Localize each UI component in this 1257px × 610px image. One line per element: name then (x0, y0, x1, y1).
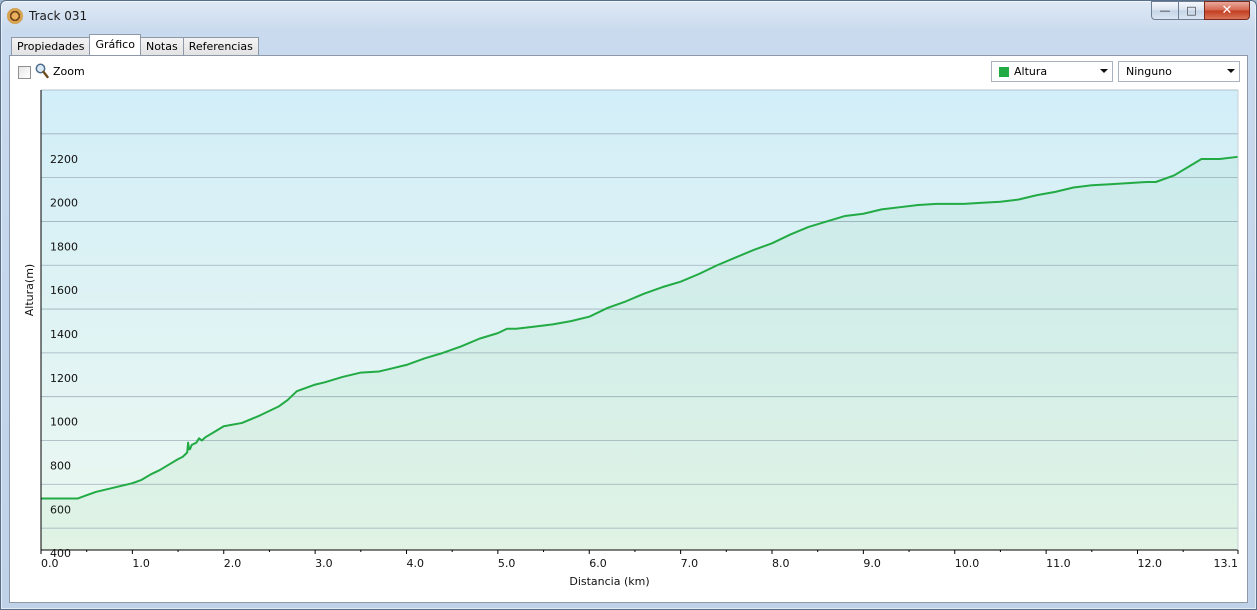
secondary-series-select[interactable]: Ninguno (1118, 61, 1240, 82)
x-axis-label: Distancia (km) (569, 575, 649, 588)
title-bar[interactable]: Track 031 — □ ✕ (1, 1, 1256, 31)
x-tick-label: 6.0 (589, 557, 607, 570)
series-select-value: Altura (1014, 65, 1048, 78)
tab-propiedades[interactable]: Propiedades (11, 37, 91, 55)
x-tick-label: 2.0 (224, 557, 242, 570)
elevation-chart[interactable]: 40060080010001200140016001800200022000.0… (10, 88, 1247, 602)
chevron-down-icon (1227, 69, 1235, 73)
maximize-button[interactable]: □ (1178, 1, 1204, 20)
x-tick-label: 4.0 (406, 557, 424, 570)
y-tick-label: 800 (50, 459, 71, 472)
y-axis-label: Altura(m) (23, 264, 36, 316)
chart-toolbar: Zoom Altura Ninguno (10, 56, 1247, 88)
x-tick-label: 13.1 (1214, 557, 1239, 570)
x-tick-label: 3.0 (315, 557, 333, 570)
x-tick-label: 7.0 (681, 557, 699, 570)
y-tick-label: 2000 (50, 197, 78, 210)
window-title: Track 031 (29, 9, 88, 23)
track-window: Track 031 — □ ✕ Propiedades Gráfico Nota… (0, 0, 1257, 610)
track-icon (7, 8, 23, 24)
chart-panel: Zoom Altura Ninguno 40060080010001200140… (9, 55, 1248, 603)
close-button[interactable]: ✕ (1204, 1, 1250, 20)
minimize-button[interactable]: — (1151, 1, 1178, 20)
tab-grafico[interactable]: Gráfico (89, 34, 141, 55)
x-tick-label: 1.0 (132, 557, 150, 570)
y-tick-label: 1800 (50, 240, 78, 253)
y-tick-label: 2200 (50, 153, 78, 166)
y-tick-label: 1400 (50, 328, 78, 341)
series-select[interactable]: Altura (991, 61, 1113, 82)
zoom-label: Zoom (53, 65, 85, 78)
tab-strip: Propiedades Gráfico Notas Referencias (11, 34, 259, 55)
y-tick-label: 1200 (50, 372, 78, 385)
secondary-select-value: Ninguno (1126, 65, 1172, 78)
x-tick-label: 0.0 (41, 557, 59, 570)
y-tick-label: 1000 (50, 416, 78, 429)
x-tick-label: 12.0 (1137, 557, 1162, 570)
chevron-down-icon (1100, 69, 1108, 73)
window-controls: — □ ✕ (1151, 1, 1250, 20)
x-tick-label: 10.0 (955, 557, 980, 570)
magnifier-icon (35, 63, 49, 79)
x-tick-label: 8.0 (772, 557, 790, 570)
tab-notas[interactable]: Notas (139, 37, 184, 55)
x-tick-label: 5.0 (498, 557, 516, 570)
x-tick-label: 11.0 (1046, 557, 1071, 570)
zoom-checkbox[interactable] (18, 66, 31, 79)
x-tick-label: 9.0 (863, 557, 881, 570)
tab-referencias[interactable]: Referencias (182, 37, 259, 55)
y-tick-label: 1600 (50, 284, 78, 297)
series-color-swatch (999, 66, 1009, 77)
